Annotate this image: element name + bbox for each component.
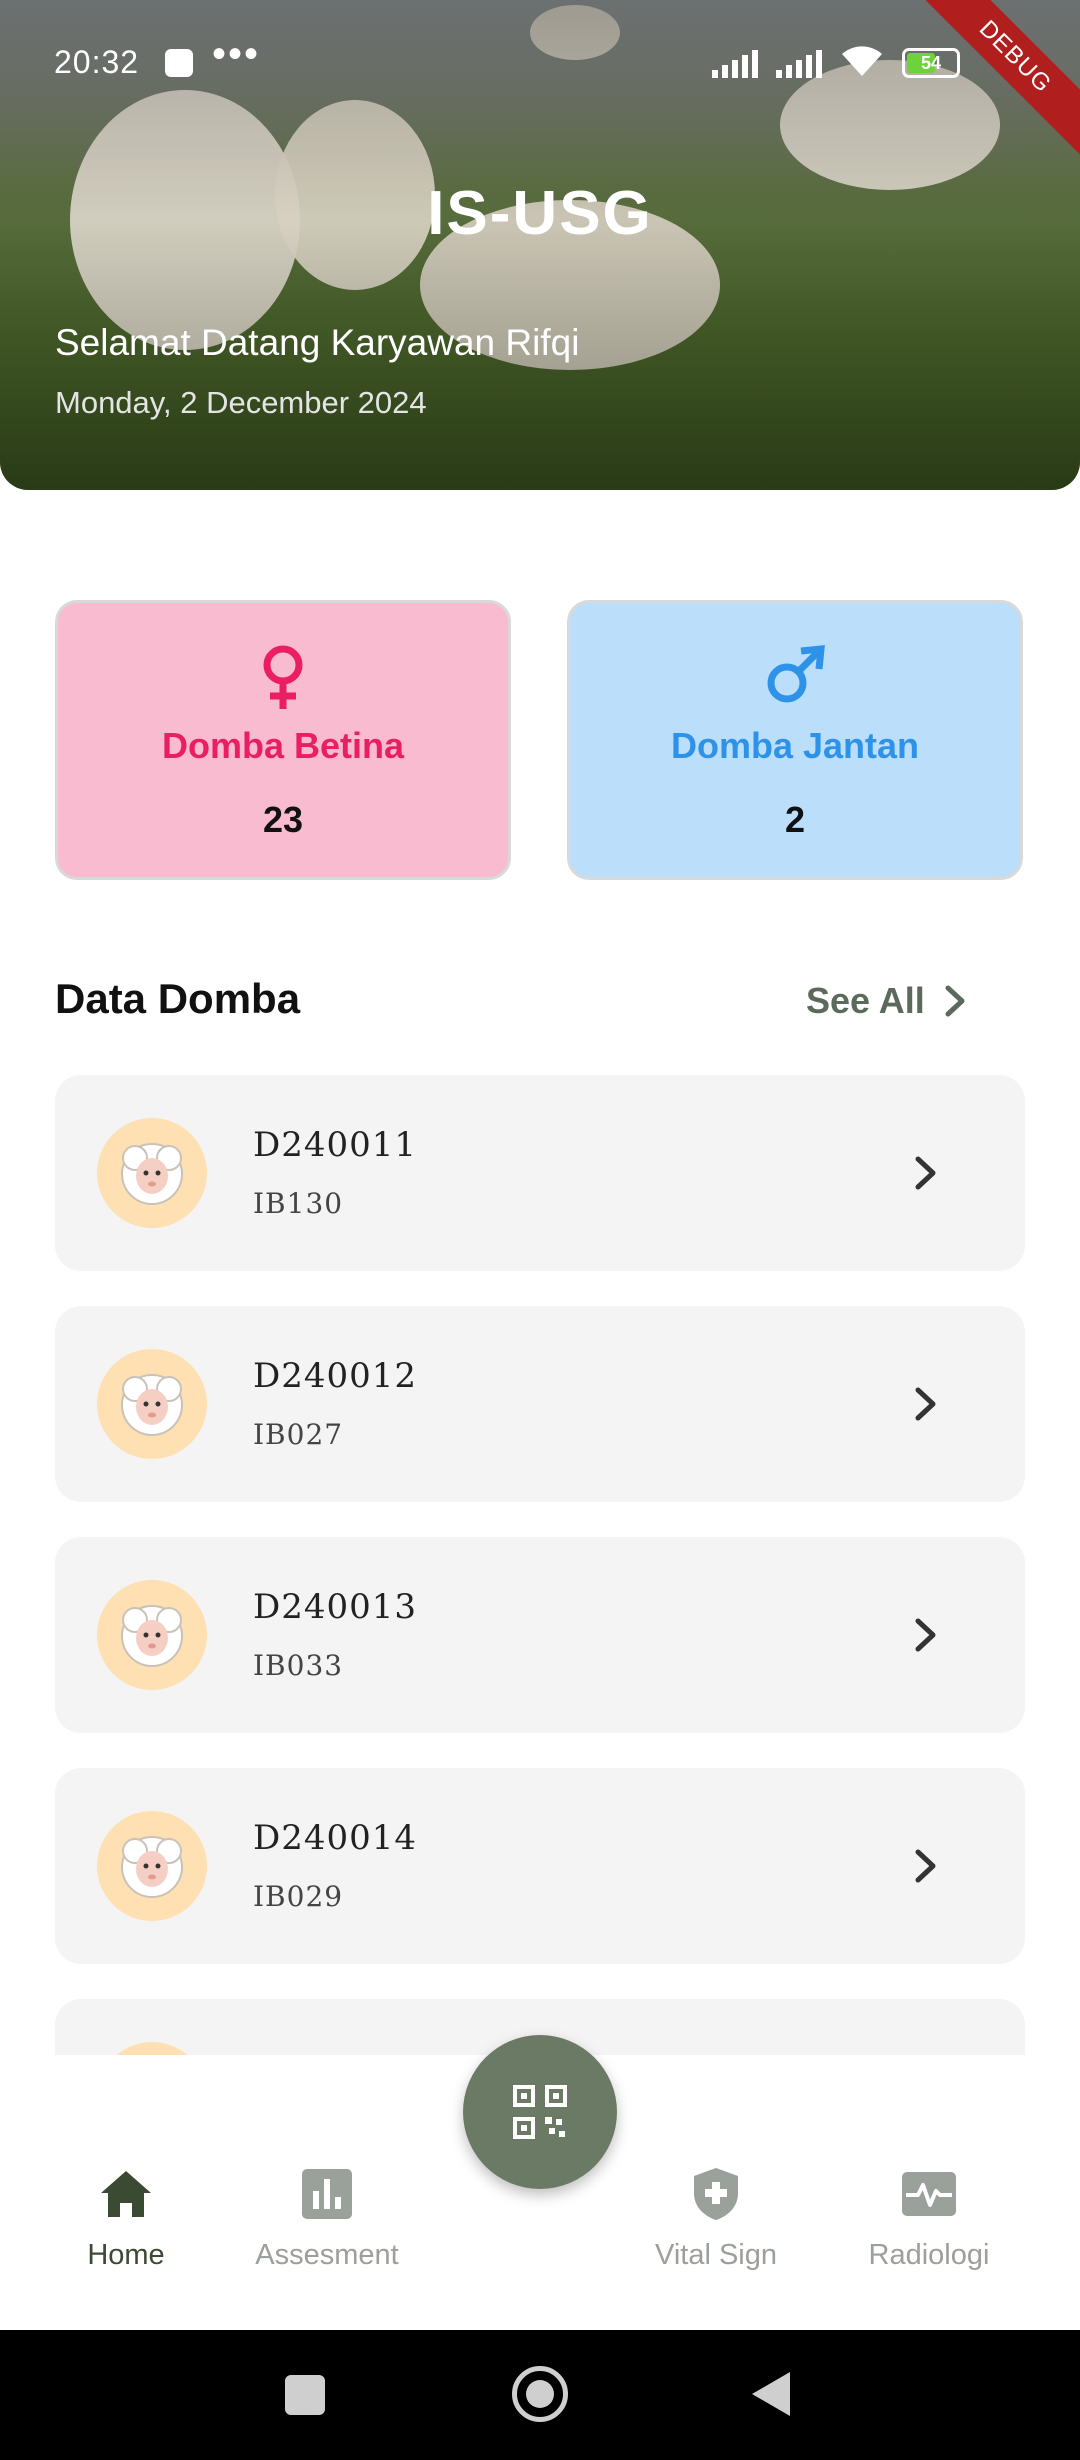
nav-assesment-label: Assesment — [255, 2239, 399, 2271]
battery-icon: 54 — [902, 48, 960, 78]
female-sheep-card[interactable]: Domba Betina 23 — [55, 600, 511, 880]
signal-icon — [776, 48, 822, 78]
sheep-id: D240011 — [253, 1125, 418, 1165]
recents-button[interactable] — [285, 2375, 325, 2415]
chevron-right-icon — [915, 1849, 936, 1883]
nav-radiologi[interactable]: Radiologi — [819, 2165, 1039, 2272]
battery-level: 54 — [920, 53, 942, 73]
monitor-heart-icon — [902, 2172, 956, 2216]
male-sheep-label: Domba Jantan — [670, 725, 920, 766]
signal-icon — [712, 48, 758, 78]
nav-vital-sign[interactable]: Vital Sign — [606, 2165, 826, 2272]
sheep-avatar-icon — [97, 1349, 207, 1459]
female-sheep-count: 23 — [262, 799, 304, 840]
wifi-icon — [840, 44, 884, 78]
sheep-avatar-icon — [97, 1118, 207, 1228]
list-item[interactable]: D240011 IB130 — [55, 1075, 1025, 1271]
sheep-avatar-icon — [97, 1811, 207, 1921]
female-icon — [58, 643, 508, 713]
chevron-right-icon — [915, 1156, 936, 1190]
more-notifications-icon: ••• — [212, 32, 261, 76]
qr-scan-button[interactable] — [463, 2035, 617, 2189]
chevron-right-icon — [915, 1387, 936, 1421]
nav-home[interactable]: Home — [16, 2165, 236, 2272]
system-navigation-bar — [0, 2330, 1080, 2460]
list-item[interactable]: D240012 IB027 — [55, 1306, 1025, 1502]
current-date: Monday, 2 December 2024 — [55, 385, 427, 420]
sheep-code: IB027 — [253, 1418, 344, 1451]
bar-chart-icon — [302, 2169, 352, 2219]
female-sheep-label: Domba Betina — [161, 725, 405, 766]
see-all-button[interactable]: See All — [806, 980, 967, 1022]
list-item[interactable]: D240013 IB033 — [55, 1537, 1025, 1733]
home-icon — [101, 2171, 151, 2217]
sheep-id: D240014 — [253, 1818, 418, 1858]
nav-assesment[interactable]: Assesment — [217, 2165, 437, 2272]
sheep-code: IB033 — [253, 1649, 344, 1682]
nav-radiologi-label: Radiologi — [868, 2239, 990, 2271]
app-title: IS-USG — [427, 179, 653, 248]
sheep-avatar-icon — [97, 1580, 207, 1690]
male-sheep-card[interactable]: Domba Jantan 2 — [567, 600, 1023, 880]
male-sheep-count: 2 — [784, 799, 806, 840]
male-icon — [570, 643, 1020, 713]
chevron-right-icon — [945, 985, 965, 1017]
nav-home-label: Home — [87, 2239, 165, 2271]
sheep-id: D240013 — [253, 1587, 418, 1627]
back-button[interactable] — [752, 2372, 790, 2416]
list-item[interactable]: D240014 IB029 — [55, 1768, 1025, 1964]
header-banner: 20:32 ••• 54 DEBUG IS-USG Selamat Datang… — [0, 0, 1080, 490]
status-bar: 20:32 ••• 54 — [0, 0, 1080, 126]
notification-app-icon — [165, 49, 193, 77]
chevron-right-icon — [915, 1618, 936, 1652]
status-time: 20:32 — [54, 44, 140, 80]
sheep-list[interactable]: D240011 IB130 D240012 IB027 D240013 IB03… — [0, 1070, 1080, 2055]
sheep-id: D240012 — [253, 1356, 418, 1396]
sheep-code: IB130 — [253, 1187, 344, 1220]
greeting-text: Selamat Datang Karyawan Rifqi — [55, 322, 580, 363]
nav-vital-sign-label: Vital Sign — [655, 2239, 777, 2271]
home-system-button[interactable] — [512, 2366, 568, 2422]
qr-scan-icon — [513, 2085, 567, 2139]
sheep-avatar-icon — [97, 2042, 207, 2055]
see-all-label: See All — [806, 980, 925, 1021]
medical-shield-icon — [694, 2168, 738, 2220]
section-title: Data Domba — [55, 975, 301, 1022]
sheep-code: IB029 — [253, 1880, 344, 1913]
